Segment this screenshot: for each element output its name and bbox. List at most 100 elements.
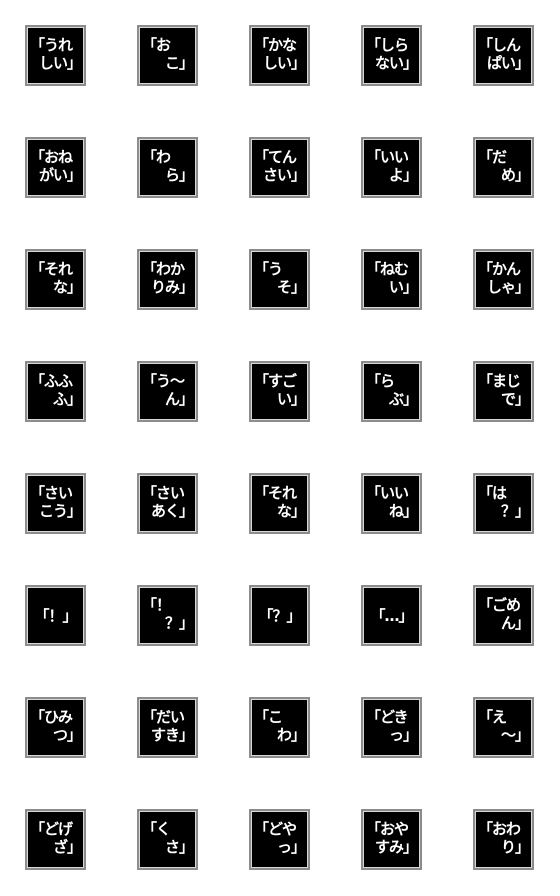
- emoji-tile-line-1: 「どき: [366, 708, 409, 726]
- emoji-tile-line-1: 「いい: [366, 484, 409, 502]
- emoji-tile-line-2: ふ」: [52, 390, 82, 408]
- emoji-tile-line-1: 「さい: [142, 484, 185, 502]
- emoji-tile[interactable]: 「お こ」: [137, 25, 198, 86]
- emoji-tile-line-2: よ」: [388, 166, 418, 184]
- emoji-tile-line-1: 「ねむ: [366, 260, 409, 278]
- emoji-tile-line-2: な」: [52, 278, 82, 296]
- emoji-tile[interactable]: 「ねむ い」: [361, 249, 422, 310]
- emoji-tile-line-1: 「は: [478, 484, 507, 502]
- emoji-tile[interactable]: 「しら ない」: [361, 25, 422, 86]
- emoji-tile-line-2: あく」: [150, 502, 194, 520]
- emoji-tile-line-2: ら」: [164, 166, 194, 184]
- emoji-tile-line-1: 「おわ: [478, 820, 521, 838]
- emoji-tile[interactable]: 「！？」: [137, 585, 198, 646]
- emoji-tile-line-2: 〜」: [500, 726, 530, 744]
- emoji-tile[interactable]: 「いい よ」: [361, 137, 422, 198]
- emoji-tile[interactable]: 「わか りみ」: [137, 249, 198, 310]
- emoji-tile[interactable]: 「ふふ ふ」: [25, 361, 86, 422]
- emoji-tile[interactable]: 「おね がい」: [25, 137, 86, 198]
- emoji-tile-line-2: な」: [276, 502, 306, 520]
- emoji-tile-line-2: ぶ」: [388, 390, 418, 408]
- emoji-tile[interactable]: 「ひみ つ」: [25, 697, 86, 758]
- emoji-tile[interactable]: 「く さ」: [137, 809, 198, 870]
- emoji-tile[interactable]: 「う そ」: [249, 249, 310, 310]
- emoji-tile-line-1: 「おね: [30, 148, 73, 166]
- emoji-tile-line-2: ざ」: [52, 838, 82, 856]
- emoji-tile[interactable]: 「いい ね」: [361, 473, 422, 534]
- emoji-tile-line-1: 「かん: [478, 260, 521, 278]
- emoji-tile[interactable]: 「どや っ」: [249, 809, 310, 870]
- emoji-tile-line-1: 「かな: [254, 36, 297, 54]
- emoji-tile-line-1: 「う: [254, 260, 283, 278]
- emoji-tile-line-1: 「しら: [366, 36, 409, 54]
- emoji-tile[interactable]: 「う〜 ん」: [137, 361, 198, 422]
- emoji-tile-line-2: すき」: [150, 726, 194, 744]
- emoji-tile-line-1: 「こ: [254, 708, 283, 726]
- emoji-tile-line-1: 「ら: [366, 372, 395, 390]
- emoji-tile[interactable]: 「…」: [361, 585, 422, 646]
- emoji-sticker-grid: 「うれ しい」 「お こ」 「かな しい」 「しら ない」 「しん ぱい」 「おね がい」 「わ ら」 「て…: [25, 25, 534, 870]
- emoji-tile-line-1: 「てん: [254, 148, 297, 166]
- emoji-tile[interactable]: 「！」: [25, 585, 86, 646]
- emoji-tile-line-2: ね」: [388, 502, 418, 520]
- emoji-tile[interactable]: 「だ め」: [473, 137, 534, 198]
- emoji-tile-line-1: 「！: [142, 596, 171, 614]
- emoji-tile-line-1: 「どげ: [30, 820, 73, 838]
- emoji-tile[interactable]: 「ら ぶ」: [361, 361, 422, 422]
- emoji-tile-line-2: ない」: [374, 54, 418, 72]
- emoji-tile[interactable]: 「おや すみ」: [361, 809, 422, 870]
- emoji-tile[interactable]: 「こ わ」: [249, 697, 310, 758]
- emoji-tile-line-1: 「だ: [478, 148, 507, 166]
- emoji-tile[interactable]: 「どげ ざ」: [25, 809, 86, 870]
- emoji-tile-line-2: ぱい」: [486, 54, 530, 72]
- emoji-tile-line-2: さい」: [262, 166, 306, 184]
- emoji-tile[interactable]: 「しん ぱい」: [473, 25, 534, 86]
- emoji-tile-line-1: 「まじ: [478, 372, 521, 390]
- emoji-tile-line-1: 「お: [142, 36, 171, 54]
- emoji-tile[interactable]: 「どき っ」: [361, 697, 422, 758]
- emoji-tile[interactable]: 「？」: [249, 585, 310, 646]
- emoji-tile-line-1: 「だい: [142, 708, 185, 726]
- emoji-tile-line-1: 「ふふ: [30, 372, 73, 390]
- emoji-tile-line-2: しい」: [262, 54, 306, 72]
- emoji-tile[interactable]: 「それ な」: [25, 249, 86, 310]
- emoji-tile-line-2: で」: [500, 390, 530, 408]
- emoji-tile-line-2: こう」: [38, 502, 82, 520]
- emoji-tile-line-1: 「！」: [34, 607, 77, 625]
- emoji-tile-line-2: すみ」: [374, 838, 418, 856]
- emoji-tile[interactable]: 「え 〜」: [473, 697, 534, 758]
- emoji-tile-line-1: 「しん: [478, 36, 521, 54]
- emoji-tile-line-2: っ」: [388, 726, 418, 744]
- emoji-tile-line-2: そ」: [276, 278, 306, 296]
- emoji-tile-line-1: 「それ: [30, 260, 73, 278]
- emoji-tile-line-1: 「それ: [254, 484, 297, 502]
- emoji-tile-line-2: つ」: [52, 726, 82, 744]
- emoji-tile[interactable]: 「かな しい」: [249, 25, 310, 86]
- emoji-tile[interactable]: 「だい すき」: [137, 697, 198, 758]
- emoji-tile[interactable]: 「さい こう」: [25, 473, 86, 534]
- emoji-tile[interactable]: 「わ ら」: [137, 137, 198, 198]
- emoji-tile-line-1: 「…」: [370, 607, 413, 625]
- emoji-tile-line-2: ？」: [164, 614, 194, 632]
- emoji-tile[interactable]: 「すご い」: [249, 361, 310, 422]
- emoji-tile-line-1: 「いい: [366, 148, 409, 166]
- emoji-tile[interactable]: 「さい あく」: [137, 473, 198, 534]
- emoji-tile-line-2: わ」: [276, 726, 306, 744]
- emoji-tile-line-2: い」: [388, 278, 418, 296]
- emoji-tile[interactable]: 「まじ で」: [473, 361, 534, 422]
- emoji-tile[interactable]: 「うれ しい」: [25, 25, 86, 86]
- emoji-tile[interactable]: 「は？」: [473, 473, 534, 534]
- emoji-tile-line-1: 「わ: [142, 148, 171, 166]
- emoji-tile-line-2: がい」: [38, 166, 82, 184]
- emoji-tile-line-2: り」: [500, 838, 530, 856]
- emoji-tile-line-1: 「わか: [142, 260, 185, 278]
- emoji-tile-line-2: しい」: [38, 54, 82, 72]
- emoji-tile[interactable]: 「かん しゃ」: [473, 249, 534, 310]
- emoji-tile[interactable]: 「それ な」: [249, 473, 310, 534]
- emoji-tile[interactable]: 「ごめ ん」: [473, 585, 534, 646]
- emoji-tile-line-1: 「う〜: [142, 372, 185, 390]
- emoji-tile-line-2: りみ」: [150, 278, 194, 296]
- emoji-tile[interactable]: 「てん さい」: [249, 137, 310, 198]
- emoji-tile[interactable]: 「おわ り」: [473, 809, 534, 870]
- emoji-tile-line-2: ん」: [500, 614, 530, 632]
